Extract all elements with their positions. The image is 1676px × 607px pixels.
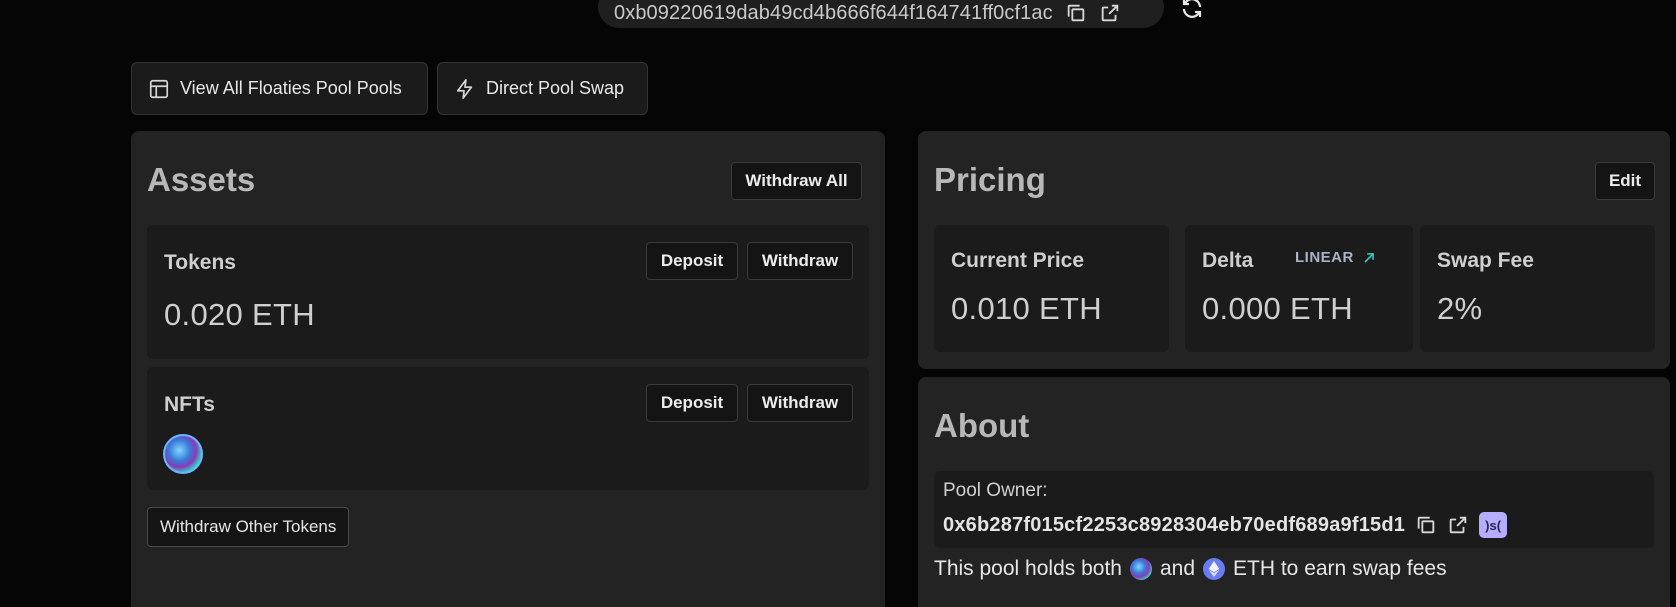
tokens-deposit-button[interactable]: Deposit <box>646 242 738 280</box>
withdraw-all-button[interactable]: Withdraw All <box>731 162 862 200</box>
current-price-card: Current Price 0.010 ETH <box>934 225 1169 352</box>
swap-fee-card: Swap Fee 2% <box>1420 225 1655 352</box>
view-all-pools-label: View All Floaties Pool Pools <box>180 78 402 98</box>
about-title: About <box>934 407 1030 444</box>
pool-owner-row: 0x6b287f015cf2253c8928304eb70edf689a9f15… <box>943 512 1508 538</box>
nft-thumbnail[interactable] <box>163 434 203 474</box>
refresh-icon[interactable] <box>1180 0 1204 20</box>
pricing-title: Pricing <box>934 161 1046 198</box>
pool-owner-box: Pool Owner: 0x6b287f015cf2253c8928304eb7… <box>934 471 1654 548</box>
nfts-deposit-button[interactable]: Deposit <box>646 384 738 422</box>
direct-pool-swap-button[interactable]: Direct Pool Swap <box>437 62 648 115</box>
eth-icon <box>1203 558 1226 580</box>
tokens-card: Tokens Deposit Withdraw 0.020 ETH <box>147 225 869 359</box>
delta-card: Delta LINEAR 0.000 ETH <box>1185 225 1413 352</box>
nfts-label: NFTs <box>164 393 215 416</box>
edit-pricing-button[interactable]: Edit <box>1595 162 1655 200</box>
direct-pool-swap-label: Direct Pool Swap <box>486 78 625 98</box>
external-link-icon[interactable] <box>1447 514 1469 536</box>
lightning-icon <box>454 78 476 100</box>
pool-owner-label: Pool Owner: <box>943 480 1048 501</box>
nft-collection-icon <box>1129 558 1152 580</box>
table-icon <box>148 78 170 100</box>
tokens-withdraw-button[interactable]: Withdraw <box>747 242 853 280</box>
copy-icon[interactable] <box>1415 514 1437 536</box>
tokens-label: Tokens <box>164 251 236 274</box>
delta-curve-label: LINEAR <box>1295 249 1354 266</box>
withdraw-other-tokens-button[interactable]: Withdraw Other Tokens <box>147 507 350 547</box>
pool-owner-address[interactable]: 0x6b287f015cf2253c8928304eb70edf689a9f15… <box>943 514 1405 537</box>
copy-icon[interactable] <box>1065 0 1087 24</box>
nfts-withdraw-button[interactable]: Withdraw <box>747 384 853 422</box>
ens-badge[interactable]: )s( <box>1479 512 1508 538</box>
delta-curve-type: LINEAR <box>1295 249 1376 266</box>
arrow-up-right-icon <box>1362 251 1376 265</box>
assets-title: Assets <box>147 161 256 198</box>
pricing-panel: Pricing Edit Current Price 0.010 ETH Del… <box>918 131 1670 369</box>
swap-fee-value: 2% <box>1437 291 1483 326</box>
about-panel: About Pool Owner: 0x6b287f015cf2253c8928… <box>918 377 1670 607</box>
external-link-icon[interactable] <box>1099 0 1121 24</box>
nfts-card: NFTs Deposit Withdraw <box>147 367 869 490</box>
description-suffix: ETH to earn swap fees <box>1233 557 1447 580</box>
tokens-balance: 0.020 ETH <box>164 297 315 332</box>
current-price-value: 0.010 ETH <box>951 291 1102 326</box>
description-and: and <box>1159 557 1196 580</box>
view-all-pools-button[interactable]: View All Floaties Pool Pools <box>131 62 428 115</box>
delta-value: 0.000 ETH <box>1202 291 1353 326</box>
pool-address: 0xb09220619dab49cd4b666f644f164741ff0cf1… <box>614 1 1053 24</box>
current-price-label: Current Price <box>951 249 1085 272</box>
assets-panel: Assets Withdraw All Tokens Deposit Withd… <box>131 131 885 607</box>
delta-label: Delta <box>1202 249 1254 272</box>
description-prefix: This pool holds both <box>934 557 1122 580</box>
pool-description: This pool holds both and ETH to earn swa… <box>934 557 1447 581</box>
pool-address-bar: 0xb09220619dab49cd4b666f644f164741ff0cf1… <box>598 0 1164 28</box>
swap-fee-label: Swap Fee <box>1437 249 1534 272</box>
